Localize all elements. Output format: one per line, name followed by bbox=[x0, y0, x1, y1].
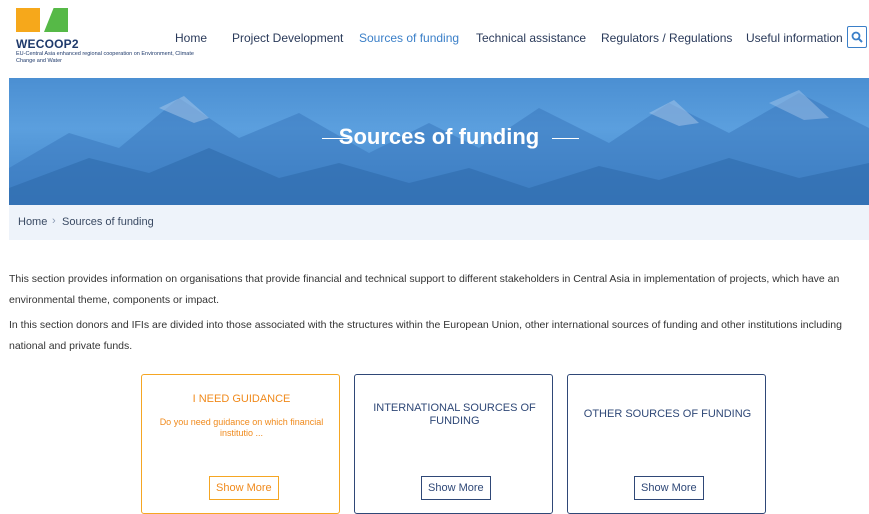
site-header: WECOOP2 EU-Central Asia enhanced regiona… bbox=[0, 0, 869, 78]
nav-item-home[interactable]: Home bbox=[175, 31, 207, 45]
nav-item-regulators[interactable]: Regulators / Regulations bbox=[601, 31, 732, 45]
card-title: I NEED GUIDANCE bbox=[192, 393, 291, 405]
page-title: Sources of funding bbox=[338, 124, 540, 149]
card-other-sources[interactable]: OTHER SOURCES OF FUNDING Show More bbox=[567, 374, 766, 514]
card-description: Do you need guidance on which financial … bbox=[159, 417, 324, 438]
show-more-button[interactable]: Show More bbox=[209, 476, 279, 500]
logo-title: WECOOP2 bbox=[16, 37, 79, 51]
search-button[interactable] bbox=[847, 26, 867, 48]
banner-line-right bbox=[552, 138, 579, 139]
nav-item-useful-information[interactable]: Useful information bbox=[746, 31, 843, 45]
card-international-sources[interactable]: INTERNATIONAL SOURCES OF FUNDING Show Mo… bbox=[354, 374, 553, 514]
nav-item-technical-assistance[interactable]: Technical assistance bbox=[476, 31, 586, 45]
intro-paragraph-2: In this section donors and IFIs are divi… bbox=[9, 319, 842, 352]
logo-subtitle: EU-Central Asia enhanced regional cooper… bbox=[16, 51, 194, 64]
logo-green-square bbox=[44, 8, 68, 32]
nav-item-sources-of-funding[interactable]: Sources of funding bbox=[359, 31, 459, 45]
logo-orange-square bbox=[16, 8, 40, 32]
breadcrumb-current: Sources of funding bbox=[62, 216, 154, 228]
card-title: INTERNATIONAL SOURCES OF FUNDING bbox=[373, 402, 536, 427]
page-banner: Sources of funding bbox=[9, 78, 869, 205]
site-logo[interactable]: WECOOP2 EU-Central Asia enhanced regiona… bbox=[16, 4, 196, 70]
breadcrumb-separator: › bbox=[52, 215, 56, 227]
breadcrumb-home-link[interactable]: Home bbox=[18, 216, 47, 228]
card-i-need-guidance[interactable]: I NEED GUIDANCE Do you need guidance on … bbox=[141, 374, 340, 514]
search-icon bbox=[851, 31, 863, 43]
nav-item-project-development[interactable]: Project Development bbox=[232, 31, 343, 45]
show-more-button[interactable]: Show More bbox=[634, 476, 704, 500]
card-title: OTHER SOURCES OF FUNDING bbox=[583, 408, 752, 420]
show-more-button[interactable]: Show More bbox=[421, 476, 491, 500]
breadcrumb: Home › Sources of funding bbox=[9, 205, 869, 240]
intro-paragraph-1: This section provides information on org… bbox=[9, 273, 840, 306]
